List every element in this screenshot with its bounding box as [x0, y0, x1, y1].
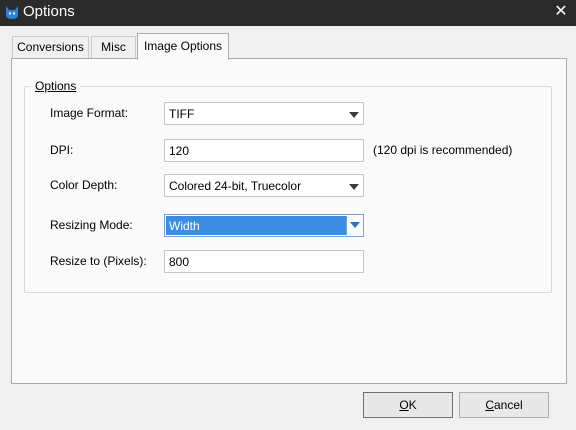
resize-to-label: Resize to (Pixels):: [50, 254, 147, 268]
resizing-mode-dropdown[interactable]: Width: [164, 214, 364, 237]
ok-mnemonic: O: [399, 398, 409, 412]
dpi-input[interactable]: 120: [164, 139, 364, 162]
resizing-mode-label: Resizing Mode:: [50, 218, 133, 232]
cancel-mnemonic: C: [485, 398, 494, 412]
resize-to-input[interactable]: 800: [164, 250, 364, 273]
title-bar: Options ✕: [0, 0, 576, 26]
options-legend-text: Options: [35, 79, 77, 93]
close-icon[interactable]: ✕: [546, 0, 576, 26]
ok-button[interactable]: OK: [363, 392, 453, 418]
color-depth-dropdown[interactable]: Colored 24-bit, Truecolor: [164, 174, 364, 197]
resizing-mode-value: Width: [169, 219, 200, 233]
resize-to-value: 800: [169, 255, 190, 269]
cancel-label-rest: ancel: [493, 398, 523, 412]
chevron-down-icon: [350, 222, 360, 228]
tab-misc[interactable]: Misc: [91, 36, 136, 58]
cancel-button[interactable]: Cancel: [459, 392, 549, 418]
cat-app-icon: [6, 6, 18, 19]
chevron-down-icon: [349, 184, 359, 190]
image-options-panel: Options Image Format: TIFF DPI: 120 (120…: [11, 58, 567, 384]
tab-conversions[interactable]: Conversions: [12, 36, 89, 58]
window-title: Options: [23, 3, 75, 20]
ok-label-rest: K: [408, 398, 417, 412]
options-group: Options Image Format: TIFF DPI: 120 (120…: [24, 79, 552, 293]
color-depth-label: Color Depth:: [50, 178, 118, 192]
tab-image-options[interactable]: Image Options: [137, 33, 229, 60]
image-format-value: TIFF: [169, 107, 195, 121]
dropdown-button[interactable]: [346, 216, 362, 235]
options-group-legend: Options: [31, 79, 81, 93]
image-format-label: Image Format:: [50, 106, 129, 120]
dpi-label: DPI:: [50, 143, 74, 157]
dpi-value: 120: [169, 144, 190, 158]
image-format-dropdown[interactable]: TIFF: [164, 102, 364, 125]
color-depth-value: Colored 24-bit, Truecolor: [169, 179, 302, 193]
chevron-down-icon: [349, 112, 359, 118]
dpi-hint: (120 dpi is recommended): [373, 143, 513, 157]
